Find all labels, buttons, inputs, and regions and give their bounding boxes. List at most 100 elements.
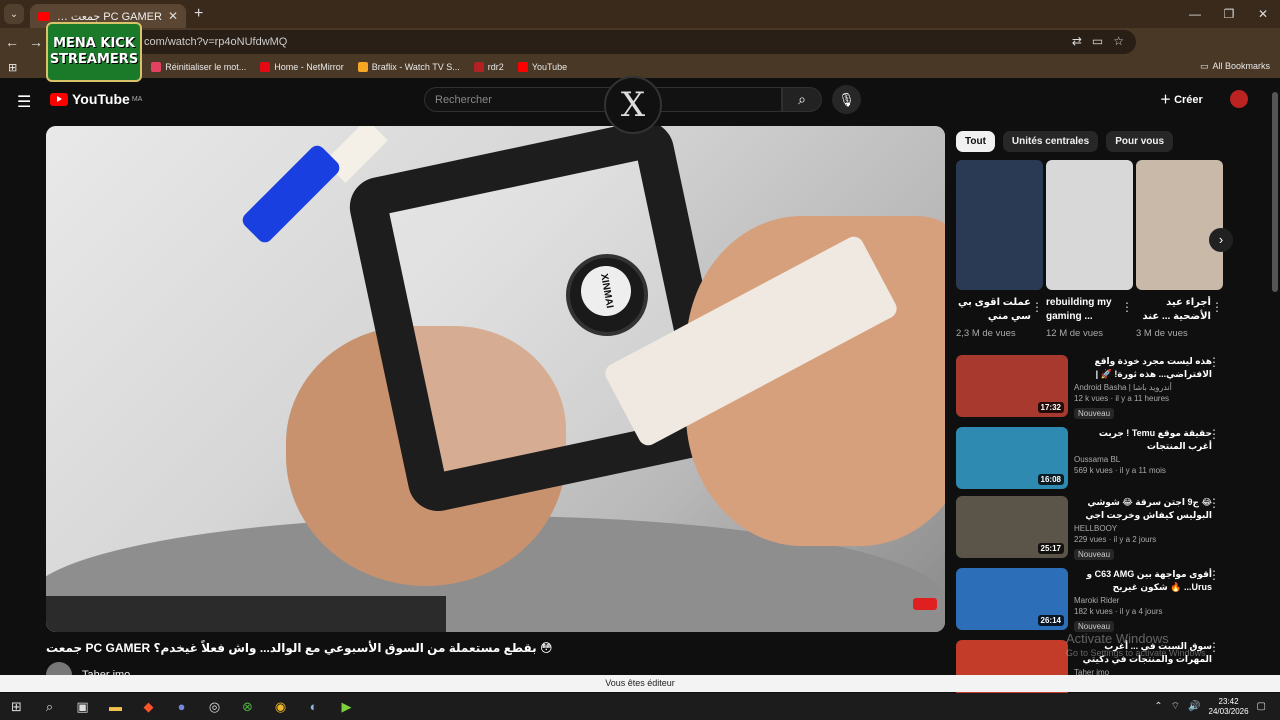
more-options-icon[interactable]: ⋮ <box>1208 355 1220 369</box>
bookmark-favicon-icon <box>473 62 484 72</box>
discord-icon[interactable]: ● <box>165 699 198 714</box>
window-close-icon[interactable]: ✕ <box>1246 0 1280 28</box>
search-icon[interactable]: ⌕ <box>782 87 822 112</box>
more-options-icon[interactable]: ⋮ <box>1208 496 1220 510</box>
close-tab-icon[interactable]: ✕ <box>168 9 178 23</box>
video-player[interactable]: XINMAI <box>46 126 945 632</box>
shorts-shelf: عملت اقوى بي سي مني سمنغر... في 2,3 M de … <box>956 160 1224 350</box>
forward-icon[interactable]: → <box>24 34 48 50</box>
short-card[interactable]: عملت اقوى بي سي مني سمنغر... في 2,3 M de … <box>956 160 1043 339</box>
media-app-icon[interactable]: ▶ <box>330 699 363 715</box>
brave-icon[interactable]: ◆ <box>132 699 165 715</box>
new-badge: Nouveau <box>1074 408 1115 419</box>
restore-icon[interactable]: ❐ <box>1212 0 1246 28</box>
back-icon[interactable]: ← <box>0 34 24 50</box>
search-input[interactable]: Rechercher <box>424 87 782 112</box>
video-title[interactable]: هذه ليست مجرد خوذة واقع الافتراضي... هذه… <box>1074 355 1212 381</box>
notifications-icon[interactable]: ▢ <box>1257 701 1266 712</box>
short-title[interactable]: عملت اقوى بي سي مني سمنغر... في <box>956 296 1043 324</box>
channel-name[interactable]: Oussama BL <box>1074 455 1212 464</box>
recommended-video[interactable]: 16:08 حقيقة موقع Temu ! جربت أغرب المنتجا… <box>956 427 1224 491</box>
more-options-icon[interactable]: ⋮ <box>1031 300 1043 314</box>
short-card[interactable]: rebuilding my gaming ... 12 M de vues ⋮ <box>1046 160 1133 339</box>
short-card[interactable]: أجراء عيد الأضحية ... عند زوزيوزات 3 M de… <box>1136 160 1223 339</box>
system-tray: ⌃ ⌔ 🔊 23:42 24/03/2026 ▢ <box>1154 693 1266 720</box>
minimize-icon[interactable]: — <box>1178 0 1212 28</box>
video-title[interactable]: حقيقة موقع Temu ! جربت أغرب المنتجات <box>1074 427 1212 453</box>
short-thumbnail[interactable] <box>1136 160 1223 290</box>
activate-windows-watermark: Activate Windows <box>1066 631 1169 646</box>
youtube-logo[interactable]: YouTube MA <box>50 91 142 107</box>
video-thumbnail[interactable]: 17:32 <box>956 355 1068 417</box>
translate-icon[interactable]: ⇄ <box>1072 34 1082 48</box>
chip-filter[interactable]: Tout <box>956 131 995 152</box>
hamburger-menu-icon[interactable]: ☰ <box>17 92 31 112</box>
channel-name[interactable]: HELLBOOY <box>1074 524 1212 533</box>
recommended-video[interactable]: 26:14 أقوى مواجهة بين C63 AMG و Urus... 🔥… <box>956 568 1224 632</box>
tray-chevron-icon[interactable]: ⌃ <box>1154 701 1162 712</box>
video-duration: 26:14 <box>1037 615 1064 626</box>
bookmark-item[interactable]: Réinitialiser le mot... <box>151 62 246 72</box>
create-button[interactable]: ＋ Créer <box>1160 91 1203 107</box>
network-icon[interactable]: ⌔ <box>1171 700 1180 713</box>
video-duration: 25:17 <box>1037 543 1064 554</box>
short-title[interactable]: أجراء عيد الأضحية ... عند زوزيوزات <box>1136 296 1223 324</box>
apps-grid-icon[interactable]: ⊞ <box>8 61 17 74</box>
short-title[interactable]: rebuilding my gaming ... <box>1046 296 1133 324</box>
bookmark-item[interactable]: rdr2 <box>473 62 504 72</box>
new-badge: Nouveau <box>1074 549 1115 560</box>
chip-filter[interactable]: Unités centrales <box>1002 131 1099 152</box>
bookmark-item[interactable]: YouTube <box>517 62 567 72</box>
more-options-icon[interactable]: ⋮ <box>1211 300 1223 314</box>
short-thumbnail[interactable] <box>1046 160 1133 290</box>
more-options-icon[interactable]: ⋮ <box>1208 427 1220 441</box>
video-title[interactable]: أقوى مواجهة بين C63 AMG و Urus... 🔥 شكون… <box>1074 568 1212 594</box>
chrome-icon[interactable]: ◉ <box>264 699 297 715</box>
youtube-watermark-icon <box>913 598 937 610</box>
video-duration: 17:32 <box>1037 402 1064 413</box>
video-title[interactable]: 😂 ج9 اجتن سرقة 😂 شوشي البوليس كيفاش وخرج… <box>1074 496 1212 522</box>
more-options-icon[interactable]: ⋮ <box>1121 300 1133 314</box>
bookmark-item[interactable]: Home - NetMirror <box>260 62 344 72</box>
case-fan <box>344 126 738 517</box>
bookmark-star-icon[interactable]: ☆ <box>1113 34 1124 48</box>
address-input[interactable]: com/watch?v=rp4oNUfdwMQ ⇄ ▭ ☆ <box>96 30 1136 54</box>
recommended-video[interactable]: 17:32 هذه ليست مجرد خوذة واقع الافتراضي..… <box>956 355 1224 419</box>
windows-start-icon[interactable]: ⊞ <box>0 699 33 715</box>
browser-tab-bar: ⌄ PC GAMER جمعت بقطع مستـ ✕ + — ❐ ✕ <box>0 0 1280 28</box>
volume-icon[interactable]: 🔊 <box>1188 701 1200 712</box>
tab-search-icon[interactable]: ⌄ <box>4 4 24 24</box>
chip-filter[interactable]: Pour vous <box>1106 131 1174 152</box>
all-bookmarks[interactable]: ▭ All Bookmarks <box>1200 61 1270 72</box>
shorts-next-icon[interactable]: › <box>1209 228 1233 252</box>
bookmark-item[interactable]: Braflix - Watch TV S... <box>357 62 460 72</box>
task-view-icon[interactable]: ▣ <box>66 699 99 715</box>
account-avatar[interactable] <box>1230 90 1248 108</box>
cast-icon[interactable]: ▭ <box>1092 34 1103 48</box>
channel-name[interactable]: Maroki Rider <box>1074 596 1212 605</box>
recommended-video[interactable]: 25:17 😂 ج9 اجتن سرقة 😂 شوشي البوليس كيفاش… <box>956 496 1224 560</box>
microphone-icon[interactable]: 🎙 <box>832 85 861 114</box>
video-meta: 229 vues · il y a 2 jours <box>1074 535 1157 544</box>
xbox-icon[interactable]: ⊗ <box>231 699 264 715</box>
file-explorer-icon[interactable]: ▬ <box>99 699 132 714</box>
more-options-icon[interactable]: ⋮ <box>1208 640 1220 654</box>
window-controls: — ❐ ✕ <box>1178 0 1280 28</box>
video-thumbnail[interactable]: 16:08 <box>956 427 1068 489</box>
app-icon[interactable]: ◎ <box>198 699 231 715</box>
search-taskbar-icon[interactable]: ⌕ <box>33 699 66 715</box>
bookmark-favicon-icon <box>151 62 162 72</box>
new-tab-icon[interactable]: + <box>194 5 203 23</box>
channel-name[interactable]: Android Basha | أندرويد باشا <box>1074 383 1212 392</box>
steam-icon[interactable]: ◐ <box>297 699 330 714</box>
video-thumbnail[interactable]: 26:14 <box>956 568 1068 630</box>
short-thumbnail[interactable] <box>956 160 1043 290</box>
video-meta: 569 k vues · il y a 11 mois <box>1074 466 1166 475</box>
page-scrollbar[interactable] <box>1272 92 1278 292</box>
short-views: 3 M de vues <box>1136 328 1188 339</box>
clock[interactable]: 23:42 24/03/2026 <box>1209 697 1249 717</box>
video-thumbnail[interactable]: 25:17 <box>956 496 1068 558</box>
filter-chips: Tout Unités centrales Pour vous <box>956 131 1174 152</box>
youtube-favicon-icon <box>38 11 50 21</box>
more-options-icon[interactable]: ⋮ <box>1208 568 1220 582</box>
